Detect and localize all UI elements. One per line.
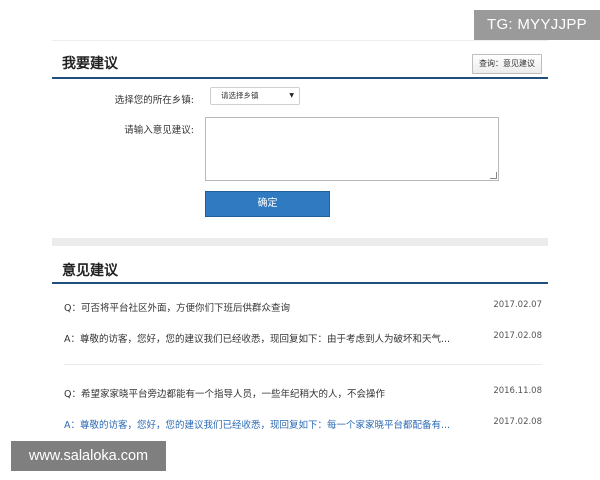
watermark-bottom: www.salaloka.com [11, 441, 166, 471]
confirm-button[interactable]: 确定 [205, 191, 330, 217]
section-separator [52, 238, 548, 246]
suggestion-label: 请输入意见建议: [124, 125, 194, 136]
page-title: 我要建议 [62, 56, 118, 72]
query-suggestions-button[interactable]: 查询：意见建议 [472, 54, 542, 74]
list-item-question[interactable]: Q：可否将平台社区外面，方便你们下班后供群众查询 2017.02.07 [64, 300, 542, 316]
list-item-answer[interactable]: A：尊敬的访客，您好，您的建议我们已经收悉，现回复如下：由于考虑到人为破坏和天气… [64, 331, 542, 347]
chevron-down-icon: ▼ [289, 92, 294, 99]
answer-date: 2017.02.08 [493, 331, 542, 341]
suggestion-textarea[interactable] [205, 117, 499, 181]
question-text: Q：希望家家晓平台旁边都能有一个指导人员，一些年纪稍大的人，不会操作 [64, 389, 385, 400]
answer-date: 2017.02.08 [493, 417, 542, 427]
resize-grip-icon[interactable] [490, 172, 497, 179]
question-date: 2017.02.07 [493, 300, 542, 310]
opinions-list-panel: 意见建议 Q：可否将平台社区外面，方便你们下班后供群众查询 2017.02.07… [52, 252, 548, 442]
question-text: Q：可否将平台社区外面，方便你们下班后供群众查询 [64, 303, 290, 314]
suggestion-form-panel: 我要建议 查询：意见建议 选择您的所在乡镇: 请选择乡镇 ▼ 请输入意见建议: … [52, 40, 548, 240]
list-item-answer[interactable]: A：尊敬的访客，您好，您的建议我们已经收悉，现回复如下：每一个家家晓平台都配备有… [64, 417, 542, 433]
town-select-value: 请选择乡镇 [221, 91, 259, 100]
watermark-top: TG: MYYJJPP [474, 10, 600, 40]
answer-text: A：尊敬的访客，您好，您的建议我们已经收悉，现回复如下：由于考虑到人为破坏和天气… [64, 334, 451, 345]
section-title: 意见建议 [62, 263, 118, 279]
suggestion-panel-header: 我要建议 查询：意见建议 [52, 41, 548, 79]
town-select[interactable]: 请选择乡镇 ▼ [210, 87, 300, 105]
question-date: 2016.11.08 [493, 386, 542, 396]
list-item-question[interactable]: Q：希望家家晓平台旁边都能有一个指导人员，一些年纪稍大的人，不会操作 2016.… [64, 386, 542, 402]
row-divider [64, 364, 542, 365]
opinions-panel-header: 意见建议 [52, 252, 548, 284]
town-label: 选择您的所在乡镇: [114, 95, 194, 106]
answer-text: A：尊敬的访客，您好，您的建议我们已经收悉，现回复如下：每一个家家晓平台都配备有… [64, 420, 451, 431]
